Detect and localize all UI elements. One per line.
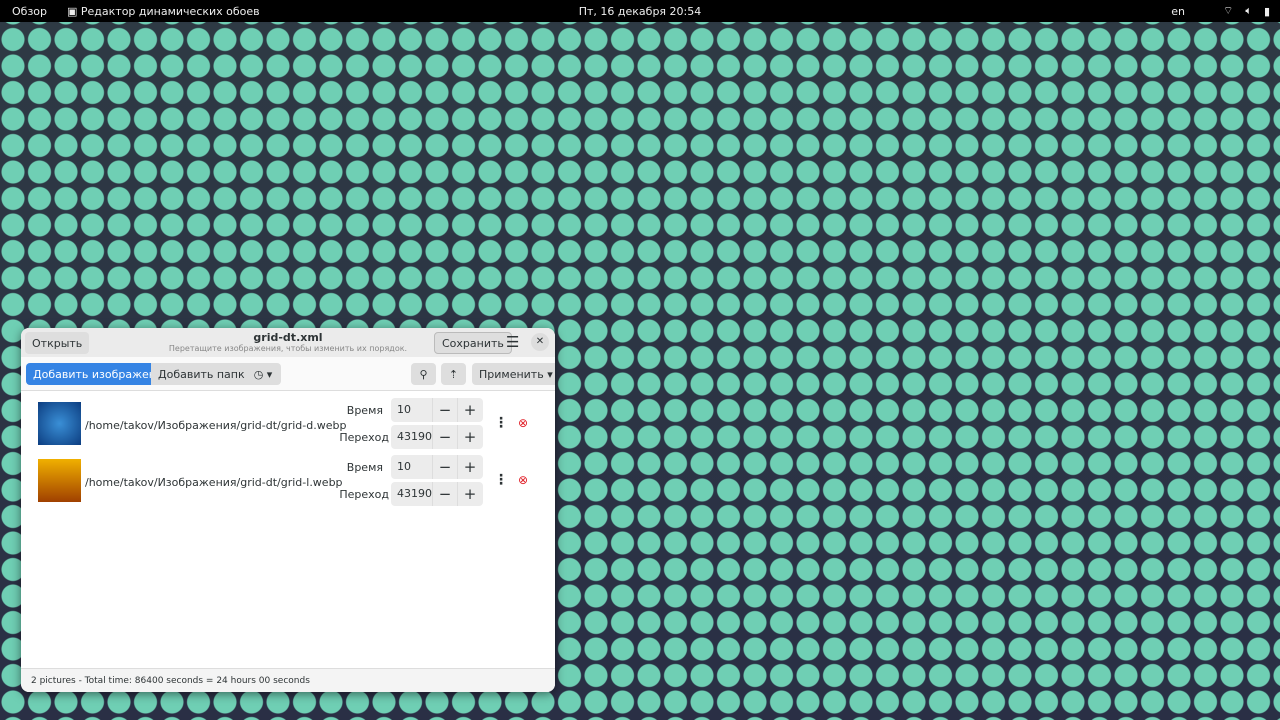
time-label: Время <box>346 461 383 474</box>
save-button[interactable]: Сохранить <box>434 332 512 354</box>
menu-icon[interactable]: ☰ <box>506 333 519 351</box>
delete-icon[interactable]: ⊗ <box>518 473 528 487</box>
transition-label: Переход <box>339 488 389 501</box>
decrement-button[interactable]: − <box>432 455 457 479</box>
transition-spinner[interactable]: 43190− + <box>391 425 483 449</box>
transition-spinner[interactable]: 43190− + <box>391 482 483 506</box>
time-value[interactable]: 10 <box>391 398 432 422</box>
add-folder-button[interactable]: Добавить папку <box>151 363 259 385</box>
toolbar: Добавить изображения Добавить папку ◷ ▾ … <box>21 357 555 391</box>
image-path: /home/takov/Изображения/grid-dt/grid-d.w… <box>85 419 347 432</box>
time-label: Время <box>346 404 383 417</box>
decrement-button[interactable]: − <box>432 482 457 506</box>
transition-value[interactable]: 43190 <box>391 425 432 449</box>
search-icon[interactable]: ⚲ <box>411 363 436 385</box>
apply-button[interactable]: Применить ▾ <box>472 363 555 385</box>
clock[interactable]: Пт, 16 декабря 20:54 <box>579 5 702 18</box>
editor-window: Открыть grid-dt.xml Перетащите изображени… <box>21 328 555 692</box>
decrement-button[interactable]: − <box>432 398 457 422</box>
time-spinner[interactable]: 10− + <box>391 398 483 422</box>
header-bar: Открыть grid-dt.xml Перетащите изображени… <box>21 328 555 357</box>
time-value[interactable]: 10 <box>391 455 432 479</box>
time-spinner[interactable]: 10− + <box>391 455 483 479</box>
status-bar: 2 pictures - Total time: 86400 seconds =… <box>21 668 555 692</box>
decrement-button[interactable]: − <box>432 425 457 449</box>
language-indicator[interactable]: en <box>1171 5 1185 18</box>
thumbnail <box>38 402 81 445</box>
thumbnail <box>38 459 81 502</box>
apply-label: Применить <box>479 367 544 381</box>
increment-button[interactable]: + <box>457 425 482 449</box>
transition-value[interactable]: 43190 <box>391 482 432 506</box>
more-options-icon[interactable]: ⋮ <box>494 415 508 431</box>
clock-menu-button[interactable]: ◷ ▾ <box>245 363 281 385</box>
increment-button[interactable]: + <box>457 455 482 479</box>
increment-button[interactable]: + <box>457 482 482 506</box>
transition-label: Переход <box>339 431 389 444</box>
image-row: /home/takov/Изображения/grid-dt/grid-l.w… <box>21 455 555 514</box>
wifi-icon[interactable]: ⌔ <box>1223 4 1233 18</box>
volume-icon[interactable]: 🔈︎ <box>1245 4 1252 18</box>
increment-button[interactable]: + <box>457 398 482 422</box>
image-path: /home/takov/Изображения/grid-dt/grid-l.w… <box>85 476 343 489</box>
delete-icon[interactable]: ⊗ <box>518 416 528 430</box>
sort-icon[interactable]: ⇡ <box>441 363 466 385</box>
top-bar: Обзор ▣ Редактор динамических обоев Пт, … <box>0 0 1280 22</box>
battery-icon[interactable]: ▮ <box>1264 5 1270 18</box>
image-row: /home/takov/Изображения/grid-dt/grid-d.w… <box>21 398 555 457</box>
more-options-icon[interactable]: ⋮ <box>494 472 508 488</box>
close-icon[interactable]: ✕ <box>531 333 549 351</box>
